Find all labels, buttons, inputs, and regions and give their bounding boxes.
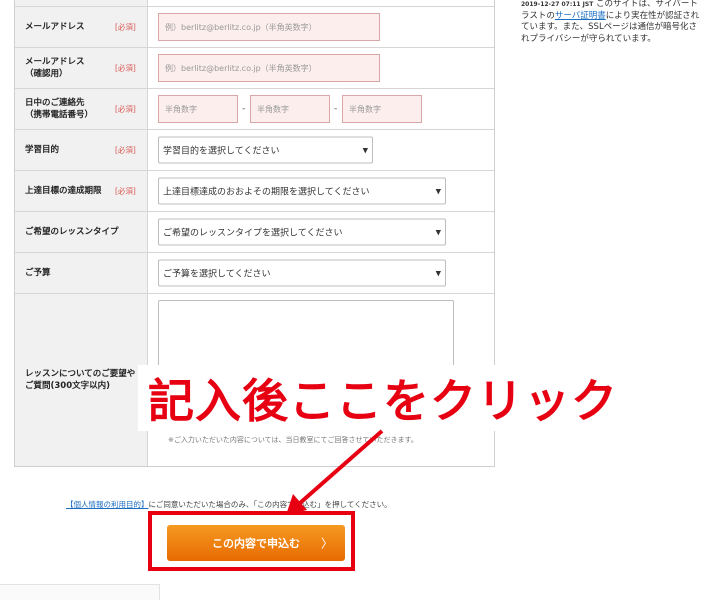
required-badge: [必須]	[115, 63, 136, 73]
form-row-email: メールアドレス [必須] 例）berlitz@berlitz.co.jp（半角英…	[15, 7, 494, 48]
budget-select[interactable]: ご予算を選択してください ▼	[158, 259, 446, 287]
purpose-select-value: 学習目的を選択してください	[163, 146, 280, 157]
privacy-purpose-link[interactable]: 【個人情報の利用目的】	[66, 500, 149, 509]
form-row-partial	[15, 0, 494, 7]
phone-separator: -	[334, 104, 338, 114]
phone-field-1[interactable]: 半角数字	[158, 95, 238, 123]
required-badge: [必須]	[115, 186, 136, 196]
submit-button-label: この内容で申込む	[212, 537, 300, 550]
form-row-lesson-type: ご希望のレッスンタイプ ご希望のレッスンタイプを選択してください ▼	[15, 212, 494, 253]
form-row-phone: 日中のご連絡先 （携帯電話番号） [必須] 半角数字 - 半角数字 - 半角数字	[15, 89, 494, 130]
phone-label: 日中のご連絡先 （携帯電話番号）	[25, 98, 94, 120]
submit-highlight-frame: この内容で申込む 〉	[148, 511, 355, 571]
budget-label: ご予算	[25, 268, 51, 278]
email-field[interactable]: 例）berlitz@berlitz.co.jp（半角英数字）	[158, 13, 380, 41]
phone-separator: -	[242, 104, 246, 114]
required-badge: [必須]	[115, 22, 136, 32]
purpose-select[interactable]: 学習目的を選択してください ▼	[158, 136, 373, 164]
footer-edge	[0, 584, 160, 600]
phone-field-2[interactable]: 半角数字	[250, 95, 330, 123]
annotation-text: 記入後ここをクリック	[148, 374, 618, 428]
dropdown-caret-icon: ▼	[362, 146, 368, 154]
lesson-type-label: ご希望のレッスンタイプ	[25, 227, 119, 237]
budget-select-value: ご予算を選択してください	[163, 269, 271, 280]
form-row-purpose: 学習目的 [必須] 学習目的を選択してください ▼	[15, 130, 494, 171]
request-note: ※ご入力いただいた内容については、当日教室にてご回答させていただきます。	[168, 436, 418, 444]
chevron-right-icon: 〉	[320, 536, 333, 551]
purpose-label: 学習目的	[25, 145, 60, 155]
dropdown-caret-icon: ▼	[435, 187, 441, 195]
deadline-select[interactable]: 上達目標達成のおおよその期限を選択してください ▼	[158, 177, 446, 205]
instruction-annotation: 記入後ここをクリック	[138, 365, 678, 431]
required-badge: [必須]	[115, 104, 136, 114]
form-row-email-confirm: メールアドレス （確認用） [必須] 例）berlitz@berlitz.co.…	[15, 48, 494, 89]
ssl-notice: 2019-12-27 07:11 JST このサイトは、サイバートラストのサーバ…	[521, 0, 701, 45]
lesson-type-select-value: ご希望のレッスンタイプを選択してください	[163, 228, 343, 239]
email-confirm-field[interactable]: 例）berlitz@berlitz.co.jp（半角英数字）	[158, 54, 380, 82]
consent-message: にご同意いただいた場合のみ、「この内容で申込む」を押してください。	[148, 500, 392, 509]
lesson-type-select[interactable]: ご希望のレッスンタイプを選択してください ▼	[158, 218, 446, 246]
required-badge: [必須]	[115, 145, 136, 155]
form-row-budget: ご予算 ご予算を選択してください ▼	[15, 253, 494, 294]
ssl-date: 2019-12-27 07:11 JST	[521, 1, 594, 8]
request-label: レッスンについてのご要望や ご質問(300文字以内)	[25, 369, 136, 391]
row-label	[15, 0, 148, 6]
form-row-deadline: 上達目標の達成期限 [必須] 上達目標達成のおおよその期限を選択してください ▼	[15, 171, 494, 212]
email-label: メールアドレス	[25, 22, 85, 32]
submit-button[interactable]: この内容で申込む 〉	[167, 525, 345, 561]
deadline-label: 上達目標の達成期限	[25, 186, 102, 196]
consent-text: 【個人情報の利用目的】にご同意いただいた場合のみ、「この内容で申込む」を押してく…	[66, 499, 392, 510]
email-confirm-label: メールアドレス （確認用）	[25, 57, 85, 79]
dropdown-caret-icon: ▼	[435, 269, 441, 277]
dropdown-caret-icon: ▼	[435, 228, 441, 236]
phone-field-3[interactable]: 半角数字	[342, 95, 422, 123]
server-certificate-link[interactable]: サーバ証明書	[555, 11, 606, 21]
deadline-select-value: 上達目標達成のおおよその期限を選択してください	[163, 187, 370, 198]
